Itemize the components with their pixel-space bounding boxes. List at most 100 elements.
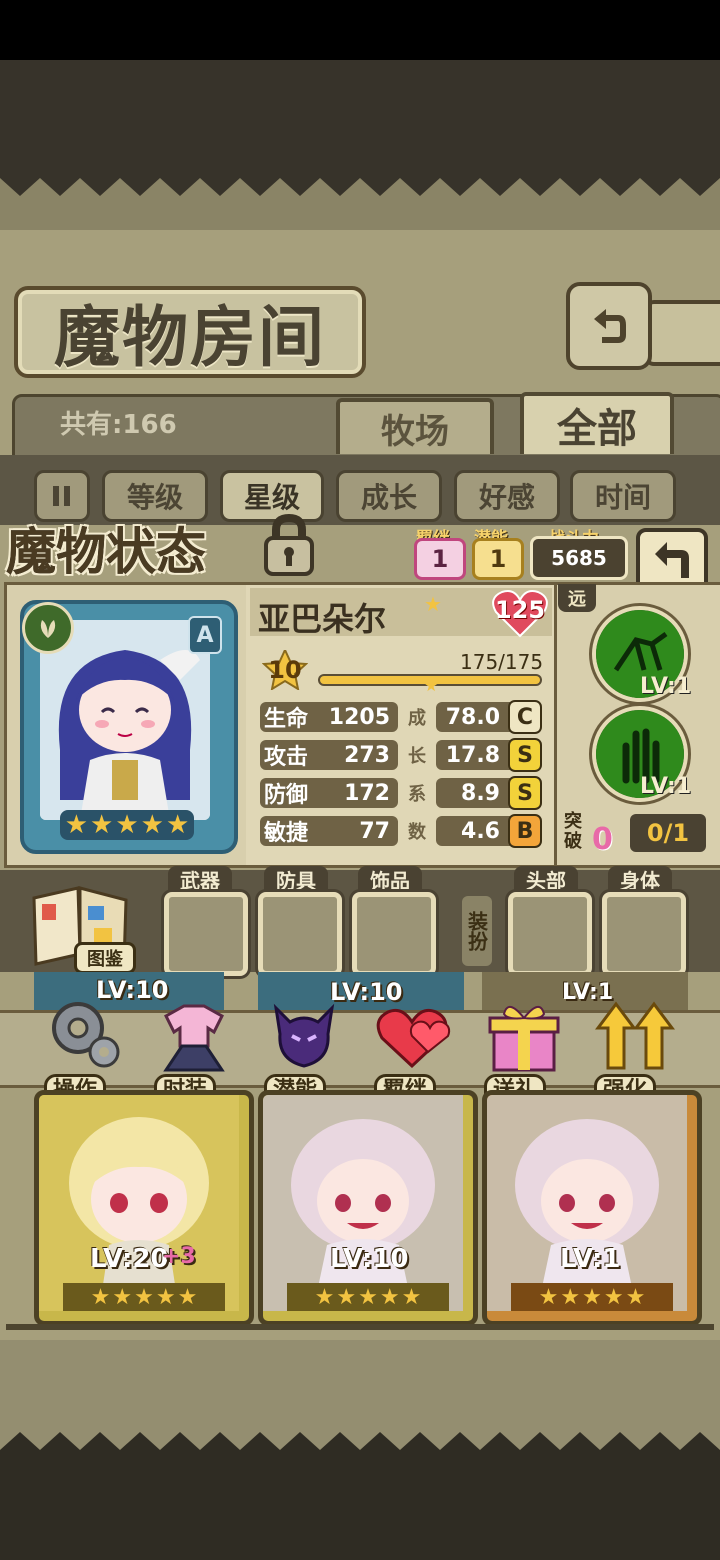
monster-name: 亚巴朵尔: [258, 600, 387, 638]
grade-badge: S: [508, 776, 542, 810]
card-level: LV:10: [330, 1244, 409, 1274]
stat-label: 攻击: [264, 745, 309, 770]
tab-ranch[interactable]: 牧场: [336, 398, 494, 454]
equip-slot-accessory[interactable]: [352, 892, 436, 976]
room-title-plate: 魔物房间: [14, 286, 366, 378]
star-icon: ★: [90, 1284, 111, 1310]
exp-marker-icon: ★: [424, 676, 439, 695]
status-title: 魔物状态: [6, 523, 206, 581]
gear-icon: [52, 1002, 120, 1068]
growth-char: 成: [408, 708, 426, 729]
star-icon: ★: [155, 1284, 176, 1310]
top-wall: [0, 60, 720, 170]
stat-value: 1205: [328, 704, 390, 730]
stat-row-atk: 攻击 273: [260, 740, 398, 770]
star-icon: ★: [336, 1284, 357, 1310]
lock-button[interactable]: [258, 512, 320, 578]
demon-icon: [273, 1003, 335, 1068]
star-icon: ★: [90, 810, 114, 840]
action-potential-button[interactable]: [264, 994, 344, 1074]
bond-value: 1: [414, 538, 466, 580]
star-icon: ★: [538, 1284, 559, 1310]
skill-level: LV:1: [640, 774, 692, 799]
stat-row-hp: 生命 1205: [260, 702, 398, 732]
slot-label-armor: 防具: [264, 866, 328, 893]
card-stars: ★ ★ ★ ★ ★: [63, 1283, 225, 1311]
card-stars: ★ ★ ★ ★ ★: [287, 1283, 449, 1311]
star-icon: ★: [560, 1284, 581, 1310]
equip-slot-weapon[interactable]: [164, 892, 248, 976]
stat-value: 172: [344, 780, 390, 806]
stat-row-agi: 敏捷 77: [260, 816, 398, 846]
return-arrow-icon: [655, 542, 689, 578]
action-upgrade-button[interactable]: [594, 994, 678, 1074]
slot-label-accessory: 饰品: [358, 866, 422, 893]
grade-badge: S: [508, 738, 542, 772]
sort-affection-button[interactable]: 好感: [454, 470, 560, 522]
monster-portrait-card[interactable]: A ★ ★ ★ ★ ★: [20, 600, 238, 854]
dress-icon: [163, 1004, 225, 1072]
growth-char: 数: [408, 822, 426, 843]
star-icon: ★: [603, 1284, 624, 1310]
stat-label: 生命: [264, 707, 309, 732]
element-badge: [22, 602, 74, 654]
rank-badge: A: [188, 616, 222, 654]
list-frame-bottom: [6, 1324, 714, 1330]
zigzag-top-border: [0, 168, 720, 196]
sort-growth-button[interactable]: 成长: [336, 470, 442, 522]
monster-card-art: [263, 1095, 463, 1311]
monster-card[interactable]: ★ ★ ★ ★ ★: [258, 1090, 478, 1326]
card-level-bonus: +3: [162, 1244, 196, 1269]
portrait-stars: ★ ★ ★ ★ ★: [60, 810, 194, 840]
name-star-icon: ★: [424, 592, 442, 616]
action-gift-button[interactable]: [484, 996, 564, 1076]
love-value: 125: [494, 596, 546, 624]
breakthrough-value: 0: [592, 822, 613, 857]
card-level: LV:1: [560, 1244, 621, 1274]
monster-portrait: [40, 620, 210, 820]
breakthrough-label: 突破: [564, 811, 582, 852]
star-icon: ★: [165, 810, 190, 840]
equip-slot-armor[interactable]: [258, 892, 342, 976]
breakthrough-progress: 0/1: [630, 814, 706, 852]
monster-card[interactable]: ★ ★ ★ ★ ★: [482, 1090, 702, 1326]
star-icon: ★: [358, 1284, 378, 1310]
gift-icon: [488, 1006, 560, 1072]
pause-icon: [53, 486, 70, 506]
back-button-rail: [644, 300, 720, 366]
action-costume-button[interactable]: [152, 996, 236, 1076]
level-badge: 10: [261, 647, 309, 692]
potential-value: 1: [472, 538, 524, 580]
star-icon: ★: [379, 1284, 400, 1310]
heart-icon: [376, 1008, 451, 1069]
star-icon: ★: [625, 1284, 646, 1310]
star-icon: ★: [177, 1284, 198, 1310]
codex-label: 图鉴: [74, 942, 136, 974]
star-icon: ★: [64, 810, 89, 840]
stat-value: 77: [359, 818, 390, 844]
range-tag: 远: [558, 584, 596, 612]
monster-card[interactable]: ★ ★ ★ ★ ★: [34, 1090, 254, 1326]
back-button[interactable]: [566, 282, 652, 370]
grade-badge: C: [508, 700, 542, 734]
return-icon: [594, 309, 626, 343]
stat-row-def: 防御 172: [260, 778, 398, 808]
tab-all[interactable]: 全部: [520, 392, 674, 454]
arrow-up-icon: [595, 1001, 675, 1070]
growth-char: 系: [408, 784, 426, 805]
action-bond-button[interactable]: [372, 996, 456, 1076]
card-stars: ★ ★ ★ ★ ★: [511, 1283, 673, 1311]
power-value: 5685: [530, 536, 628, 580]
star-icon: ★: [115, 810, 139, 840]
equip-slot-head[interactable]: [508, 892, 592, 976]
equip-slot-body[interactable]: [602, 892, 686, 976]
slot-label-head: 头部: [514, 866, 578, 893]
floor-area: [0, 1450, 720, 1560]
stat-value: 273: [344, 742, 390, 768]
action-operate-button[interactable]: [44, 994, 124, 1074]
monster-card-art: [487, 1095, 687, 1311]
stat-label: 敏捷: [264, 821, 309, 846]
slot-label-body: 身体: [608, 866, 672, 893]
star-icon: ★: [112, 1284, 133, 1310]
sort-time-button[interactable]: 时间: [570, 470, 676, 522]
